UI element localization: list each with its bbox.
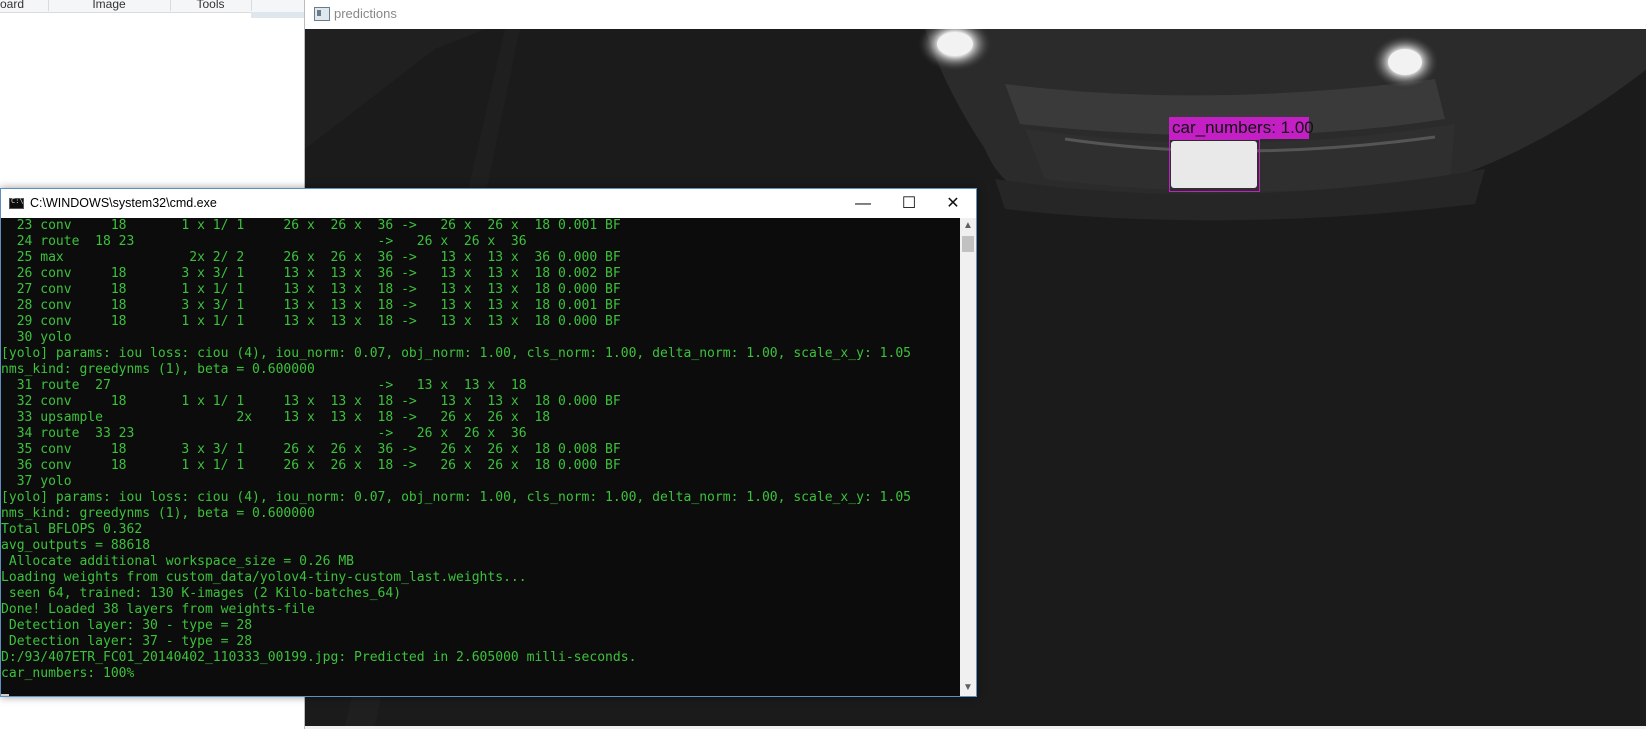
cmd-output-line: [yolo] params: iou loss: ciou (4), iou_n…	[1, 346, 912, 361]
cmd-output-lines: 23 conv 18 1 x 1/ 1 26 x 26 x 36 -> 26 x…	[1, 218, 960, 682]
text-cursor	[1, 694, 9, 696]
cmd-output-line: Detection layer: 37 - type = 28	[1, 634, 253, 649]
cmd-output-line: 31 route 27 -> 13 x 13 x 18	[1, 378, 527, 393]
cmd-output-line: 34 route 33 23 -> 26 x 26 x 36	[1, 426, 527, 441]
cmd-titlebar[interactable]: C:\WINDOWS\system32\cmd.exe — ☐ ✕	[1, 189, 976, 218]
scrollbar-thumb[interactable]	[962, 236, 974, 252]
cmd-output-line: 25 max 2x 2/ 2 26 x 26 x 36 -> 13 x 13 x…	[1, 250, 621, 265]
cmd-title: C:\WINDOWS\system32\cmd.exe	[30, 196, 217, 210]
cmd-output-line: nms_kind: greedynms (1), beta = 0.600000	[1, 362, 315, 377]
cmd-output-line: Done! Loaded 38 layers from weights-file	[1, 602, 315, 617]
maximize-button[interactable]: ☐	[886, 189, 932, 218]
image-window-icon	[314, 7, 330, 21]
cmd-output-line: Loading weights from custom_data/yolov4-…	[1, 570, 527, 585]
cmd-output-line: 37 yolo	[1, 474, 72, 489]
cmd-output-line: 33 upsample 2x 13 x 13 x 18 -> 26 x 26 x…	[1, 410, 551, 425]
scroll-up-arrow-icon[interactable]: ▲	[960, 218, 976, 234]
ribbon-tab-tools[interactable]: Tools	[170, 0, 252, 11]
predictions-titlebar[interactable]: predictions	[305, 0, 1646, 29]
cmd-window: C:\WINDOWS\system32\cmd.exe — ☐ ✕ 23 con…	[0, 188, 977, 697]
ribbon-tab-clipboard[interactable]: oard	[0, 0, 49, 11]
cmd-output-line: D:/93/407ETR_FC01_20140402_110333_00199.…	[1, 650, 637, 665]
cmd-output-line: 26 conv 18 3 x 3/ 1 13 x 13 x 36 -> 13 x…	[1, 266, 621, 281]
cmd-output-line: 28 conv 18 3 x 3/ 1 13 x 13 x 18 -> 13 x…	[1, 298, 621, 313]
cmd-output-line: avg_outputs = 88618	[1, 538, 151, 553]
cmd-output-line: seen 64, trained: 130 K-images (2 Kilo-b…	[1, 586, 402, 601]
cmd-output-line: Total BFLOPS 0.362	[1, 522, 143, 537]
paint-ribbon-strip	[251, 12, 305, 18]
cmd-output-line: 32 conv 18 1 x 1/ 1 13 x 13 x 18 -> 13 x…	[1, 394, 621, 409]
scroll-down-arrow-icon[interactable]: ▼	[960, 680, 976, 696]
predictions-title: predictions	[334, 6, 397, 21]
cmd-output-line: Detection layer: 30 - type = 28	[1, 618, 253, 633]
cmd-output-line: nms_kind: greedynms (1), beta = 0.600000	[1, 506, 315, 521]
close-button[interactable]: ✕	[930, 189, 976, 218]
cmd-output-line: 30 yolo	[1, 330, 72, 345]
cmd-icon	[9, 197, 24, 209]
cmd-output-line: 27 conv 18 1 x 1/ 1 13 x 13 x 18 -> 13 x…	[1, 282, 621, 297]
cmd-output-line: 35 conv 18 3 x 3/ 1 26 x 26 x 36 -> 26 x…	[1, 442, 621, 457]
minimize-button[interactable]: —	[840, 189, 886, 218]
cmd-output-line: [yolo] params: iou loss: ciou (4), iou_n…	[1, 490, 912, 505]
cmd-output-line: 29 conv 18 1 x 1/ 1 13 x 13 x 18 -> 13 x…	[1, 314, 621, 329]
detection-label: car_numbers: 1.00	[1169, 117, 1314, 139]
cmd-scrollbar[interactable]: ▲ ▼	[960, 218, 976, 696]
detection-bounding-box	[1169, 139, 1260, 192]
cmd-output-line: 23 conv 18 1 x 1/ 1 26 x 26 x 36 -> 26 x…	[1, 218, 621, 233]
cmd-output-line: Allocate additional workspace_size = 0.2…	[1, 554, 355, 569]
cmd-output[interactable]: 23 conv 18 1 x 1/ 1 26 x 26 x 36 -> 26 x…	[1, 218, 960, 696]
cmd-output-line: 24 route 18 23 -> 26 x 26 x 36	[1, 234, 527, 249]
ribbon-tab-image[interactable]: Image	[48, 0, 171, 11]
cmd-output-line: 36 conv 18 1 x 1/ 1 26 x 26 x 18 -> 26 x…	[1, 458, 621, 473]
cmd-output-line: car_numbers: 100%	[1, 666, 135, 681]
